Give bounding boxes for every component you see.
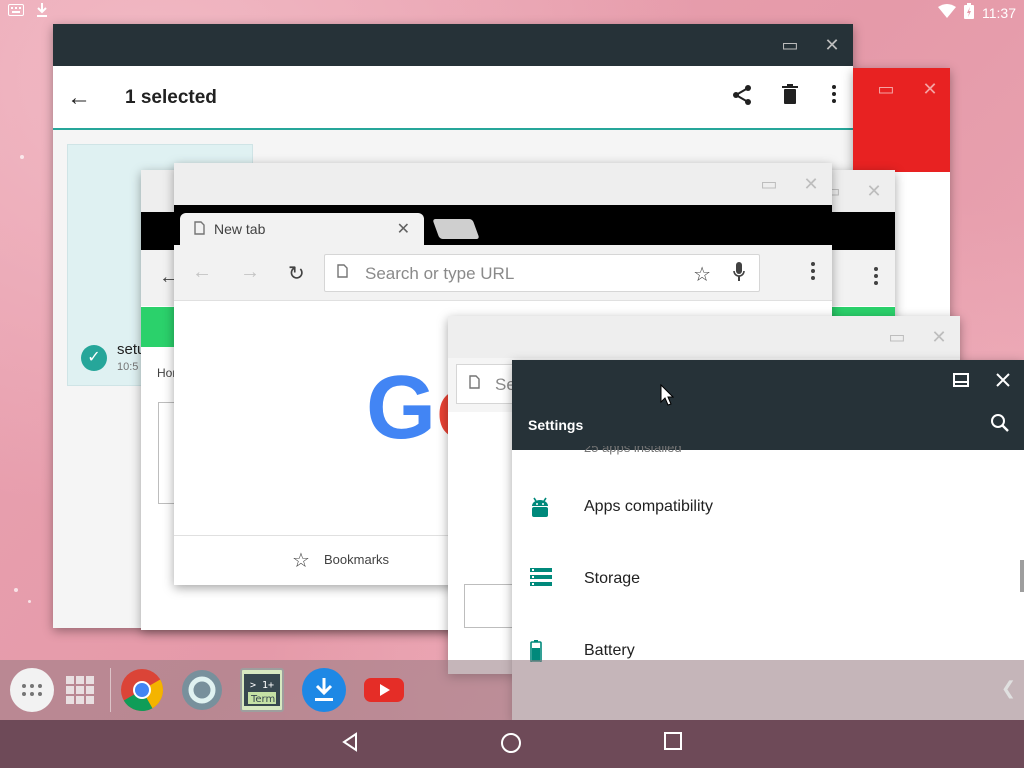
close-icon[interactable]: ✕ [863,180,885,202]
maximize-icon[interactable]: ▭ [779,34,801,56]
forward-arrow-icon[interactable]: → [240,261,260,284]
reload-icon[interactable]: ↻ [288,261,305,286]
terminal-app-button[interactable]: > 1+ Term [240,668,284,712]
close-icon[interactable] [992,370,1014,392]
wallpaper-sparkle [14,588,18,592]
settings-header: Settings [512,402,1024,450]
youtube-icon [364,678,404,702]
settings-row-label: Battery [584,642,635,659]
battery-status-icon [964,3,974,22]
page-icon [337,264,348,281]
window-titlebar[interactable]: ▭ ✕ [53,24,853,66]
bookmarks-star-icon[interactable]: ☆ [292,548,310,573]
check-icon[interactable]: ✓ [81,345,107,371]
back-nav-icon[interactable] [340,732,364,756]
android-icon [530,496,554,520]
status-bar: 11:37 [0,0,1024,24]
download-notification-icon [36,3,48,20]
page-icon [194,221,205,238]
recents-nav-icon[interactable] [664,732,688,756]
settings-row-storage[interactable]: Storage [512,546,1024,618]
selection-appbar: ← 1 selected [53,66,853,130]
omnibox[interactable]: Search or type URL ☆ [324,254,760,292]
mouse-cursor-icon [660,383,675,411]
maximize-icon[interactable] [950,370,972,392]
download-icon [315,678,333,701]
taskbar: > 1+ Term ❮ [0,660,1024,720]
share-icon[interactable] [731,84,753,112]
page-icon [469,375,480,392]
browser-toolbar: ← → ↻ Search or type URL ☆ [174,245,832,301]
grid-icon [66,676,94,704]
home-nav-icon[interactable] [500,732,524,756]
downloads-app-button[interactable] [302,668,346,712]
window-titlebar[interactable]: ▭ ✕ [448,316,960,358]
terminal-icon: > 1+ Term [244,674,280,706]
settings-row-label: Apps compatibility [584,498,713,515]
tab-strip: New tab ✕ [174,205,832,245]
taskbar-divider [110,668,111,712]
microphone-icon[interactable] [733,262,745,287]
window-titlebar[interactable]: ▭ ✕ [853,68,950,172]
new-tab-button[interactable] [432,219,480,239]
delete-icon[interactable] [781,84,799,110]
settings-app-button[interactable] [180,668,224,712]
keyboard-icon [8,3,24,20]
app-drawer-button[interactable] [10,668,54,712]
bookmarks-label[interactable]: Bookmarks [324,552,389,567]
bookmark-star-icon[interactable]: ☆ [693,262,711,287]
tab-new-tab[interactable]: New tab ✕ [180,213,424,245]
close-tab-icon[interactable]: ✕ [397,219,410,239]
close-icon[interactable]: ✕ [800,173,822,195]
settings-row-apps-compatibility[interactable]: Apps compatibility [512,474,1024,546]
overflow-menu-icon[interactable] [873,266,879,291]
wallpaper-sparkle [20,155,24,159]
youtube-app-button[interactable] [362,668,406,712]
window-titlebar[interactable]: ▭ ✕ [174,163,832,205]
back-arrow-icon[interactable]: ← [192,261,212,284]
settings-row-label: Storage [584,570,641,587]
file-time: 10:5 [117,361,139,373]
svg-text:> 1+: > 1+ [250,680,274,691]
overflow-menu-icon[interactable] [810,261,816,287]
chrome-app-button[interactable] [120,668,164,712]
windows-grid-button[interactable] [58,668,102,712]
window-titlebar[interactable] [512,360,1024,402]
gear-icon [182,670,222,710]
chrome-icon [121,669,164,712]
close-icon[interactable]: ✕ [919,78,941,100]
overflow-menu-icon[interactable] [831,84,837,110]
status-clock: 11:37 [982,4,1016,21]
maximize-icon[interactable]: ▭ [886,326,908,348]
search-icon[interactable] [990,413,1010,439]
scrollbar[interactable] [1020,560,1024,592]
close-icon[interactable]: ✕ [821,34,843,56]
tab-title: New tab [214,221,266,237]
maximize-icon[interactable]: ▭ [875,78,897,100]
navigation-bar [0,720,1024,768]
selection-title: 1 selected [125,87,217,108]
dots-grid-icon [22,684,42,696]
wallpaper-sparkle [28,600,31,603]
close-icon[interactable]: ✕ [928,326,950,348]
wifi-icon [938,4,956,21]
maximize-icon[interactable]: ▭ [758,173,780,195]
back-arrow-icon[interactable]: ← [67,84,91,112]
storage-icon [530,568,554,592]
omnibox-placeholder[interactable]: Search or type URL [365,264,514,284]
svg-text:Term: Term [250,694,275,705]
chevron-left-icon[interactable]: ❮ [1001,678,1016,699]
settings-title: Settings [528,417,584,433]
